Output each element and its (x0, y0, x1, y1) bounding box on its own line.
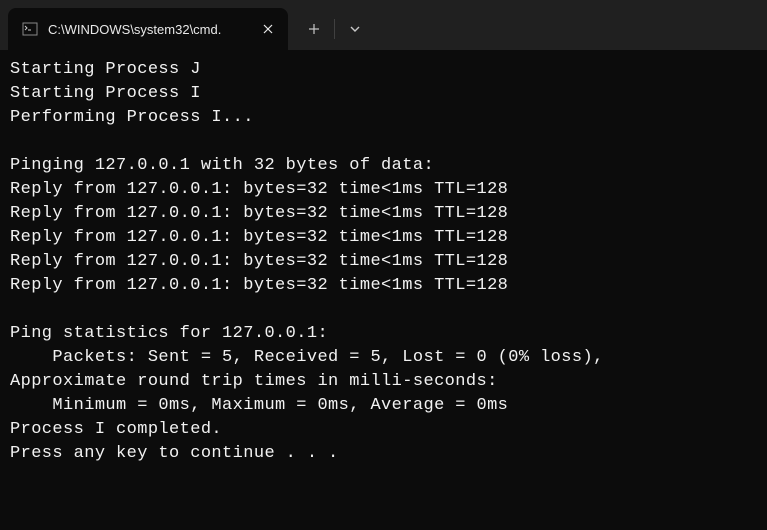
titlebar: C:\WINDOWS\system32\cmd. (0, 0, 767, 50)
titlebar-actions (296, 8, 373, 50)
tab-title: C:\WINDOWS\system32\cmd. (48, 22, 248, 37)
tab-dropdown-button[interactable] (337, 11, 373, 47)
tab-close-button[interactable] (258, 19, 278, 39)
terminal-line: Pinging 127.0.0.1 with 32 bytes of data: (10, 154, 757, 178)
terminal-line: Minimum = 0ms, Maximum = 0ms, Average = … (10, 394, 757, 418)
chevron-down-icon (349, 23, 361, 35)
terminal-line: Starting Process J (10, 58, 757, 82)
terminal-line (10, 298, 757, 322)
terminal-line: Reply from 127.0.0.1: bytes=32 time<1ms … (10, 226, 757, 250)
new-tab-button[interactable] (296, 11, 332, 47)
terminal-line: Reply from 127.0.0.1: bytes=32 time<1ms … (10, 274, 757, 298)
terminal-line: Process I completed. (10, 418, 757, 442)
terminal-line: Performing Process I... (10, 106, 757, 130)
terminal-line: Packets: Sent = 5, Received = 5, Lost = … (10, 346, 757, 370)
terminal-line: Reply from 127.0.0.1: bytes=32 time<1ms … (10, 178, 757, 202)
terminal-output[interactable]: Starting Process JStarting Process IPerf… (0, 50, 767, 474)
divider (334, 19, 335, 39)
terminal-line (10, 130, 757, 154)
active-tab[interactable]: C:\WINDOWS\system32\cmd. (8, 8, 288, 50)
cmd-icon (22, 21, 38, 37)
terminal-line: Approximate round trip times in milli-se… (10, 370, 757, 394)
terminal-line: Ping statistics for 127.0.0.1: (10, 322, 757, 346)
terminal-line: Reply from 127.0.0.1: bytes=32 time<1ms … (10, 202, 757, 226)
terminal-line: Press any key to continue . . . (10, 442, 757, 466)
terminal-line: Starting Process I (10, 82, 757, 106)
terminal-line: Reply from 127.0.0.1: bytes=32 time<1ms … (10, 250, 757, 274)
plus-icon (308, 23, 320, 35)
